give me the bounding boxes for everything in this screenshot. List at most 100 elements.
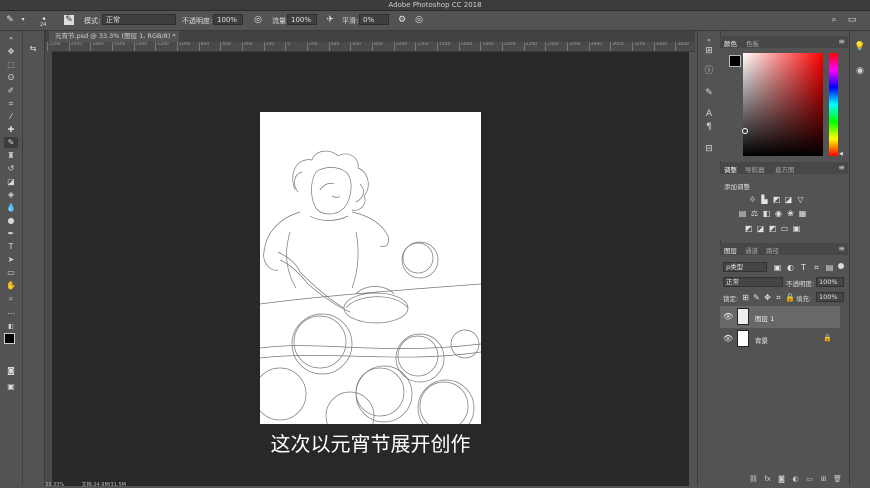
flow-input[interactable]: 100% <box>287 14 317 25</box>
pen-tool-icon[interactable]: ✒ <box>4 228 18 239</box>
eyedropper-tool-icon[interactable]: ⁄ <box>4 111 18 122</box>
document-tab[interactable]: 元宵节.psd @ 33.3% (图层 1, RGB/8) * <box>49 31 179 42</box>
tab-channels[interactable]: 通道 <box>745 245 758 255</box>
arrange-icon[interactable]: ⇆ <box>26 43 40 54</box>
libraries-icon[interactable]: ◉ <box>854 65 866 77</box>
pressure-size-icon[interactable]: ◎ <box>413 14 425 26</box>
crop-tool-icon[interactable]: ⌗ <box>4 98 18 109</box>
history-brush-tool-icon[interactable]: ↺ <box>4 163 18 174</box>
lock-pixels-icon[interactable]: ✎ <box>752 293 761 302</box>
fill-input[interactable]: 100% <box>816 292 844 302</box>
path-select-tool-icon[interactable]: ➤ <box>4 254 18 265</box>
brightness-icon[interactable]: ☼ <box>748 195 757 204</box>
filter-toggle[interactable] <box>838 263 844 269</box>
vibrance-icon[interactable]: ▽ <box>796 195 805 204</box>
visibility-eye-icon[interactable]: 👁 <box>723 334 733 343</box>
history-icon[interactable]: ⊞ <box>703 45 715 57</box>
lock-position-icon[interactable]: ✥ <box>763 293 772 302</box>
threshold-icon[interactable]: ◩ <box>768 224 777 233</box>
foreground-swatch[interactable] <box>729 55 741 67</box>
panel-menu-icon[interactable]: ≡ <box>838 37 845 46</box>
tab-color[interactable]: 颜色 <box>724 38 737 48</box>
new-group-icon[interactable]: ▭ <box>805 475 814 484</box>
color-field[interactable] <box>743 53 823 156</box>
healing-brush-tool-icon[interactable]: ✚ <box>4 124 18 135</box>
selective-color-icon[interactable]: ▣ <box>792 224 801 233</box>
color-lookup-icon[interactable]: ▦ <box>798 209 807 218</box>
learn-lightbulb-icon[interactable]: 💡 <box>854 41 866 53</box>
link-layers-icon[interactable]: ⛓ <box>749 475 758 484</box>
zoom-tool-icon[interactable]: ⌕ <box>4 293 18 304</box>
move-tool-icon[interactable]: ✥ <box>4 46 18 57</box>
default-colors-icon[interactable]: ◧ <box>4 321 18 332</box>
layer-row-background[interactable]: 👁 背景 🔒 <box>720 328 840 350</box>
eraser-tool-icon[interactable]: ◪ <box>4 176 18 187</box>
hand-tool-icon[interactable]: ✋ <box>4 280 18 291</box>
curves-icon[interactable]: ◩ <box>772 195 781 204</box>
panel-menu-icon[interactable]: ≡ <box>838 244 845 253</box>
layer-style-icon[interactable]: fx <box>763 475 772 484</box>
collapse-icon[interactable]: » <box>4 33 18 44</box>
posterize-icon[interactable]: ◪ <box>756 224 765 233</box>
invert-icon[interactable]: ◩ <box>744 224 753 233</box>
quick-mask-icon[interactable]: ◙ <box>4 365 18 376</box>
opacity-input[interactable]: 100% <box>213 14 243 25</box>
filter-pixel-icon[interactable]: ▣ <box>773 263 782 272</box>
paragraph-icon[interactable]: ¶ <box>703 121 715 133</box>
lock-transparent-icon[interactable]: ⊞ <box>741 293 750 302</box>
hue-saturation-icon[interactable]: ▤ <box>738 209 747 218</box>
blend-mode-select[interactable]: 正常 <box>723 277 783 287</box>
filter-smart-object-icon[interactable]: ▤ <box>825 263 834 272</box>
info-icon[interactable]: ⓘ <box>703 65 715 77</box>
mode-select[interactable]: 正常 <box>102 14 176 25</box>
delete-layer-icon[interactable]: 🗑 <box>833 475 842 484</box>
gradient-map-icon[interactable]: ▭ <box>780 224 789 233</box>
layer-row-layer1[interactable]: 👁 图层 1 <box>720 306 840 328</box>
hue-slider-handle[interactable]: ◀ <box>839 151 843 157</box>
layer-filter-select[interactable]: ρ类型 <box>723 262 767 272</box>
brush-tool-icon[interactable]: ✎ <box>4 137 18 148</box>
dropdown-arrow-icon[interactable]: ▾ <box>17 14 29 26</box>
marquee-tool-icon[interactable]: ⬚ <box>4 59 18 70</box>
tab-adjustments[interactable]: 调整 <box>724 164 737 174</box>
filter-adjustment-icon[interactable]: ◐ <box>786 263 795 272</box>
document-canvas[interactable] <box>253 112 482 441</box>
exposure-icon[interactable]: ◪ <box>784 195 793 204</box>
lasso-tool-icon[interactable]: ʘ <box>4 72 18 83</box>
search-icon[interactable]: ⌕ <box>828 14 840 26</box>
new-adjustment-icon[interactable]: ◐ <box>791 475 800 484</box>
tab-layers[interactable]: 图层 <box>724 245 737 255</box>
color-picker-cursor[interactable] <box>742 128 748 134</box>
properties-icon[interactable]: ⊟ <box>703 143 715 155</box>
black-white-icon[interactable]: ◧ <box>762 209 771 218</box>
channel-mixer-icon[interactable]: ❀ <box>786 209 795 218</box>
clone-stamp-tool-icon[interactable]: ♜ <box>4 150 18 161</box>
screen-mode-icon[interactable]: ▣ <box>4 381 18 392</box>
quick-select-tool-icon[interactable]: ✐ <box>4 85 18 96</box>
visibility-eye-icon[interactable]: 👁 <box>723 312 733 321</box>
brush-tool-icon[interactable]: ✎ <box>4 14 16 26</box>
pressure-opacity-icon[interactable]: ◎ <box>252 14 264 26</box>
new-layer-icon[interactable]: ⊞ <box>819 475 828 484</box>
foreground-color-swatch[interactable] <box>4 333 15 344</box>
tab-navigator[interactable]: 导航器 <box>745 164 765 174</box>
smoothing-input[interactable]: 0% <box>359 14 389 25</box>
dodge-tool-icon[interactable]: ● <box>4 215 18 226</box>
tab-swatches[interactable]: 色板 <box>746 38 759 48</box>
panel-menu-icon[interactable]: ≡ <box>838 163 845 172</box>
gear-icon[interactable]: ⚙ <box>396 14 408 26</box>
filter-type-icon[interactable]: T <box>799 263 808 272</box>
color-balance-icon[interactable]: ⚖ <box>750 209 759 218</box>
type-tool-icon[interactable]: T <box>4 241 18 252</box>
brush-panel-icon[interactable]: ✎ <box>64 15 74 25</box>
workspace-icon[interactable]: ▭ <box>846 14 858 26</box>
filter-shape-icon[interactable]: ⌗ <box>812 263 821 272</box>
airbrush-icon[interactable]: ✈ <box>324 14 336 26</box>
tab-histogram[interactable]: 直方图 <box>775 164 795 174</box>
character-icon[interactable]: A <box>703 108 715 120</box>
hue-slider[interactable] <box>829 53 838 156</box>
paint-bucket-tool-icon[interactable]: ◈ <box>4 189 18 200</box>
lock-artboard-icon[interactable]: ⌗ <box>774 293 783 302</box>
rectangle-tool-icon[interactable]: ▭ <box>4 267 18 278</box>
levels-icon[interactable]: ▙ <box>760 195 769 204</box>
